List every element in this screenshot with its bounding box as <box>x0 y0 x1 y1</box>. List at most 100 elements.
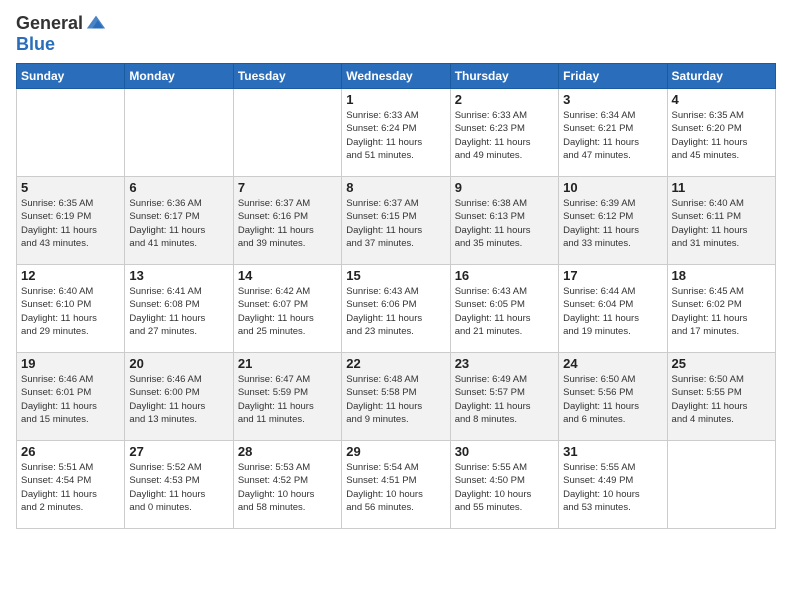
day-cell: 16 Sunrise: 6:43 AM Sunset: 6:05 PM Dayli… <box>450 265 558 353</box>
day-cell: 12 Sunrise: 6:40 AM Sunset: 6:10 PM Dayli… <box>17 265 125 353</box>
day-info: Sunrise: 6:48 AM Sunset: 5:58 PM Dayligh… <box>346 373 445 426</box>
day-number: 2 <box>455 92 554 107</box>
header: General Blue <box>16 12 776 55</box>
day-cell: 8 Sunrise: 6:37 AM Sunset: 6:15 PM Daylig… <box>342 177 450 265</box>
weekday-header-friday: Friday <box>559 64 667 89</box>
day-cell: 3Sunrise: 6:34 AM Sunset: 6:21 PM Daylig… <box>559 89 667 177</box>
week-row-4: 19 Sunrise: 6:46 AM Sunset: 6:01 PM Dayli… <box>17 353 776 441</box>
day-cell: 4 Sunrise: 6:35 AM Sunset: 6:20 PM Daylig… <box>667 89 775 177</box>
day-number: 28 <box>238 444 337 459</box>
day-number: 27 <box>129 444 228 459</box>
day-number: 4 <box>672 92 771 107</box>
day-info: Sunrise: 6:39 AM Sunset: 6:12 PM Dayligh… <box>563 197 662 250</box>
day-info: Sunrise: 6:43 AM Sunset: 6:06 PM Dayligh… <box>346 285 445 338</box>
day-info: Sunrise: 6:40 AM Sunset: 6:11 PM Dayligh… <box>672 197 771 250</box>
day-cell: 29 Sunrise: 5:54 AM Sunset: 4:51 PM Dayli… <box>342 441 450 529</box>
weekday-header-wednesday: Wednesday <box>342 64 450 89</box>
weekday-header-row: SundayMondayTuesdayWednesdayThursdayFrid… <box>17 64 776 89</box>
logo: General Blue <box>16 12 107 55</box>
day-cell: 11 Sunrise: 6:40 AM Sunset: 6:11 PM Dayli… <box>667 177 775 265</box>
day-cell: 30 Sunrise: 5:55 AM Sunset: 4:50 PM Dayli… <box>450 441 558 529</box>
day-info: Sunrise: 5:52 AM Sunset: 4:53 PM Dayligh… <box>129 461 228 514</box>
day-cell: 17 Sunrise: 6:44 AM Sunset: 6:04 PM Dayli… <box>559 265 667 353</box>
day-cell: 1 Sunrise: 6:33 AM Sunset: 6:24 PM Daylig… <box>342 89 450 177</box>
day-number: 11 <box>672 180 771 195</box>
day-number: 12 <box>21 268 120 283</box>
day-cell <box>125 89 233 177</box>
day-cell: 15 Sunrise: 6:43 AM Sunset: 6:06 PM Dayli… <box>342 265 450 353</box>
weekday-header-monday: Monday <box>125 64 233 89</box>
day-number: 24 <box>563 356 662 371</box>
day-info: Sunrise: 5:54 AM Sunset: 4:51 PM Dayligh… <box>346 461 445 514</box>
day-info: Sunrise: 6:36 AM Sunset: 6:17 PM Dayligh… <box>129 197 228 250</box>
day-info: Sunrise: 6:44 AM Sunset: 6:04 PM Dayligh… <box>563 285 662 338</box>
day-cell: 9 Sunrise: 6:38 AM Sunset: 6:13 PM Daylig… <box>450 177 558 265</box>
day-cell: 14Sunrise: 6:42 AM Sunset: 6:07 PM Dayli… <box>233 265 341 353</box>
day-info: Sunrise: 6:33 AM Sunset: 6:23 PM Dayligh… <box>455 109 554 162</box>
week-row-3: 12 Sunrise: 6:40 AM Sunset: 6:10 PM Dayli… <box>17 265 776 353</box>
day-cell: 26Sunrise: 5:51 AM Sunset: 4:54 PM Dayli… <box>17 441 125 529</box>
day-info: Sunrise: 6:35 AM Sunset: 6:20 PM Dayligh… <box>672 109 771 162</box>
day-info: Sunrise: 5:55 AM Sunset: 4:49 PM Dayligh… <box>563 461 662 514</box>
day-cell: 20 Sunrise: 6:46 AM Sunset: 6:00 PM Dayli… <box>125 353 233 441</box>
day-info: Sunrise: 5:55 AM Sunset: 4:50 PM Dayligh… <box>455 461 554 514</box>
day-number: 9 <box>455 180 554 195</box>
day-info: Sunrise: 6:37 AM Sunset: 6:16 PM Dayligh… <box>238 197 337 250</box>
weekday-header-tuesday: Tuesday <box>233 64 341 89</box>
day-info: Sunrise: 5:51 AM Sunset: 4:54 PM Dayligh… <box>21 461 120 514</box>
logo-icon <box>85 12 107 34</box>
day-info: Sunrise: 6:50 AM Sunset: 5:55 PM Dayligh… <box>672 373 771 426</box>
day-cell: 25 Sunrise: 6:50 AM Sunset: 5:55 PM Dayli… <box>667 353 775 441</box>
day-cell: 6 Sunrise: 6:36 AM Sunset: 6:17 PM Daylig… <box>125 177 233 265</box>
day-info: Sunrise: 6:33 AM Sunset: 6:24 PM Dayligh… <box>346 109 445 162</box>
day-number: 17 <box>563 268 662 283</box>
day-cell: 31 Sunrise: 5:55 AM Sunset: 4:49 PM Dayli… <box>559 441 667 529</box>
day-number: 20 <box>129 356 228 371</box>
day-number: 30 <box>455 444 554 459</box>
day-info: Sunrise: 6:40 AM Sunset: 6:10 PM Dayligh… <box>21 285 120 338</box>
day-cell: 21 Sunrise: 6:47 AM Sunset: 5:59 PM Dayli… <box>233 353 341 441</box>
day-cell: 5Sunrise: 6:35 AM Sunset: 6:19 PM Daylig… <box>17 177 125 265</box>
day-number: 29 <box>346 444 445 459</box>
day-info: Sunrise: 6:43 AM Sunset: 6:05 PM Dayligh… <box>455 285 554 338</box>
day-number: 15 <box>346 268 445 283</box>
day-cell <box>233 89 341 177</box>
day-info: Sunrise: 6:46 AM Sunset: 6:00 PM Dayligh… <box>129 373 228 426</box>
day-number: 8 <box>346 180 445 195</box>
day-cell: 13Sunrise: 6:41 AM Sunset: 6:08 PM Dayli… <box>125 265 233 353</box>
week-row-1: 1 Sunrise: 6:33 AM Sunset: 6:24 PM Daylig… <box>17 89 776 177</box>
logo-blue-text: Blue <box>16 34 107 55</box>
day-number: 7 <box>238 180 337 195</box>
day-info: Sunrise: 6:46 AM Sunset: 6:01 PM Dayligh… <box>21 373 120 426</box>
day-number: 25 <box>672 356 771 371</box>
day-number: 22 <box>346 356 445 371</box>
day-cell: 27 Sunrise: 5:52 AM Sunset: 4:53 PM Dayli… <box>125 441 233 529</box>
logo-general-text: General <box>16 13 83 34</box>
weekday-header-saturday: Saturday <box>667 64 775 89</box>
week-row-5: 26Sunrise: 5:51 AM Sunset: 4:54 PM Dayli… <box>17 441 776 529</box>
day-number: 23 <box>455 356 554 371</box>
calendar-page: General Blue SundayMondayTuesdayWednesda… <box>0 0 792 612</box>
day-number: 18 <box>672 268 771 283</box>
day-number: 13 <box>129 268 228 283</box>
day-cell: 28 Sunrise: 5:53 AM Sunset: 4:52 PM Dayli… <box>233 441 341 529</box>
day-number: 31 <box>563 444 662 459</box>
day-number: 16 <box>455 268 554 283</box>
day-info: Sunrise: 6:49 AM Sunset: 5:57 PM Dayligh… <box>455 373 554 426</box>
day-number: 3 <box>563 92 662 107</box>
day-info: Sunrise: 5:53 AM Sunset: 4:52 PM Dayligh… <box>238 461 337 514</box>
day-info: Sunrise: 6:47 AM Sunset: 5:59 PM Dayligh… <box>238 373 337 426</box>
day-cell: 23 Sunrise: 6:49 AM Sunset: 5:57 PM Dayli… <box>450 353 558 441</box>
day-number: 19 <box>21 356 120 371</box>
day-number: 21 <box>238 356 337 371</box>
day-info: Sunrise: 6:45 AM Sunset: 6:02 PM Dayligh… <box>672 285 771 338</box>
day-info: Sunrise: 6:37 AM Sunset: 6:15 PM Dayligh… <box>346 197 445 250</box>
day-number: 1 <box>346 92 445 107</box>
day-info: Sunrise: 6:38 AM Sunset: 6:13 PM Dayligh… <box>455 197 554 250</box>
day-cell: 10 Sunrise: 6:39 AM Sunset: 6:12 PM Dayli… <box>559 177 667 265</box>
weekday-header-sunday: Sunday <box>17 64 125 89</box>
day-info: Sunrise: 6:35 AM Sunset: 6:19 PM Dayligh… <box>21 197 120 250</box>
day-number: 6 <box>129 180 228 195</box>
day-cell: 2 Sunrise: 6:33 AM Sunset: 6:23 PM Daylig… <box>450 89 558 177</box>
day-number: 10 <box>563 180 662 195</box>
